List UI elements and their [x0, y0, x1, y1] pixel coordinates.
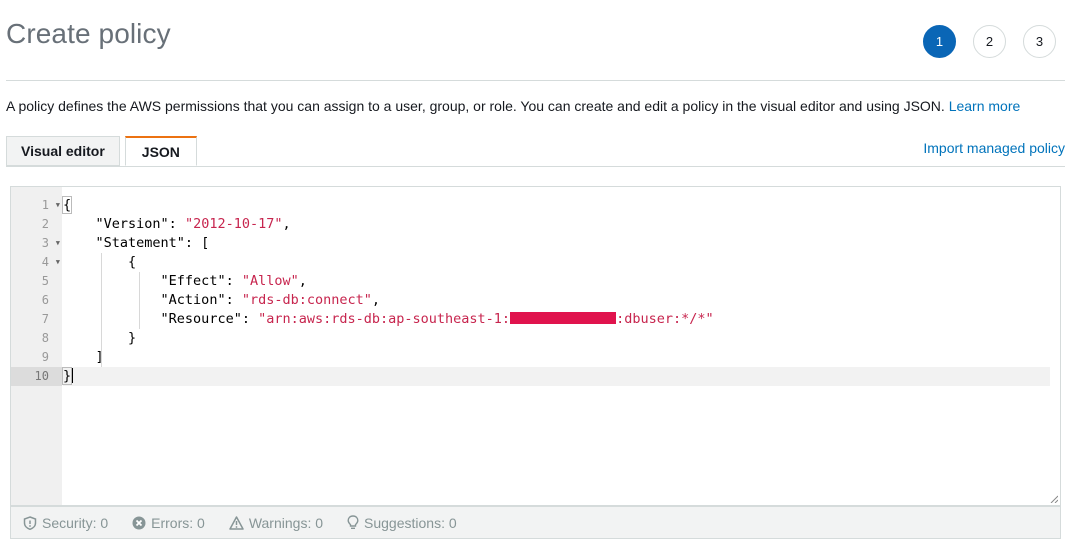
errors-status[interactable]: Errors: 0 — [132, 515, 205, 531]
line-number: 5 — [41, 274, 49, 288]
line-number: 7 — [41, 312, 49, 326]
step-1[interactable]: 1 — [923, 25, 956, 58]
editor-tabs: Visual editor JSON — [6, 136, 202, 166]
header-divider — [6, 80, 1065, 81]
code-line: } — [128, 330, 137, 346]
policy-description: A policy defines the AWS permissions tha… — [6, 98, 1020, 114]
lightbulb-icon — [347, 515, 359, 530]
step-2[interactable]: 2 — [973, 25, 1006, 58]
redacted-account-id — [510, 312, 617, 324]
tabs-divider — [6, 166, 1065, 167]
fold-arrow-icon[interactable]: ▼ — [56, 196, 60, 215]
line-number: 4 ▼ — [11, 253, 62, 272]
warning-icon — [229, 515, 244, 530]
wizard-steps: 1 2 3 — [923, 25, 1056, 58]
shield-icon — [23, 515, 37, 530]
tab-json[interactable]: JSON — [124, 136, 197, 166]
learn-more-link[interactable]: Learn more — [949, 98, 1021, 114]
description-text: A policy defines the AWS permissions tha… — [6, 98, 945, 114]
line-number: 6 — [41, 293, 49, 307]
resize-handle-icon[interactable] — [1050, 495, 1058, 503]
step-3[interactable]: 3 — [1023, 25, 1056, 58]
code-line-current: } — [61, 367, 1050, 386]
tab-visual-editor[interactable]: Visual editor — [6, 136, 120, 166]
code-line: "Resource": "arn:aws:rds-db:ap-southeast… — [160, 311, 714, 327]
security-status[interactable]: Security: 0 — [23, 515, 108, 531]
code-line: "Statement": [ — [95, 235, 210, 251]
code-line: { — [61, 196, 73, 214]
fold-arrow-icon[interactable]: ▼ — [56, 234, 60, 253]
line-number: 8 — [41, 331, 49, 345]
json-editor[interactable]: 1 ▼ 2 3 ▼ 4 ▼ 5 6 7 8 9 10 { "Version": "20… — [10, 186, 1061, 506]
line-number: 9 — [41, 350, 49, 364]
page-title: Create policy — [6, 18, 171, 49]
suggestions-status[interactable]: Suggestions: 0 — [347, 515, 457, 531]
text-cursor — [72, 368, 74, 383]
line-number: 1 ▼ — [11, 196, 62, 215]
line-number: 2 — [41, 217, 49, 231]
code-line: "Effect": "Allow", — [160, 273, 307, 289]
code-line: { — [128, 254, 137, 270]
warnings-status[interactable]: Warnings: 0 — [229, 515, 323, 531]
code-line: "Version": "2012-10-17", — [95, 216, 291, 232]
validation-status-bar: Security: 0 Errors: 0 Warnings: 0 Sugges… — [10, 506, 1061, 539]
line-number: 3 ▼ — [11, 234, 62, 253]
editor-gutter: 1 ▼ 2 3 ▼ 4 ▼ 5 6 7 8 9 10 — [11, 187, 62, 505]
import-managed-policy-link[interactable]: Import managed policy — [923, 140, 1065, 156]
line-number-current: 10 — [11, 367, 62, 386]
error-icon — [132, 516, 146, 529]
fold-arrow-icon[interactable]: ▼ — [56, 253, 60, 272]
code-line: ] — [95, 349, 104, 365]
code-line: "Action": "rds-db:connect", — [160, 292, 381, 308]
